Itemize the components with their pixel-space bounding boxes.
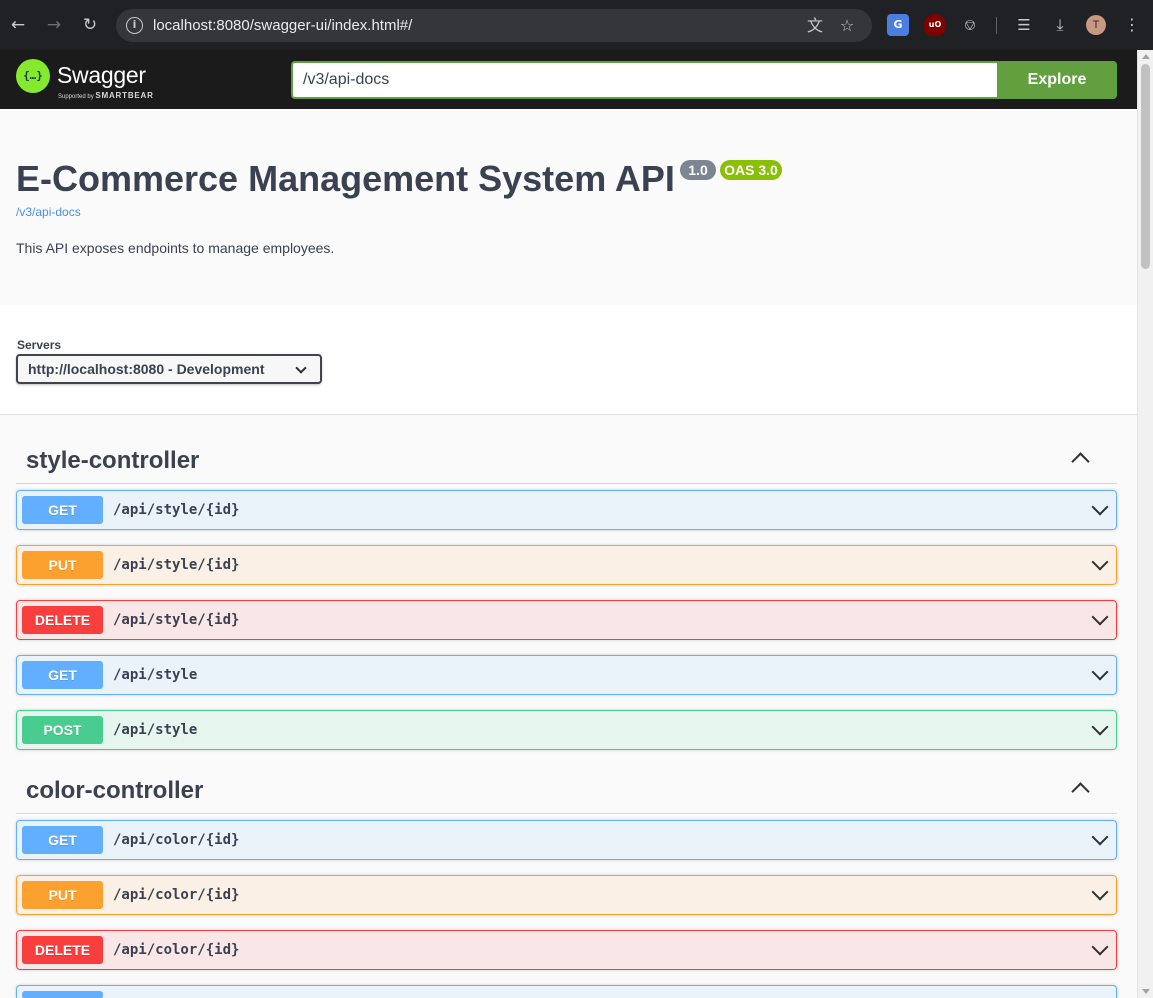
tag-name: style-controller bbox=[26, 447, 200, 474]
chevron-down-icon[interactable] bbox=[1091, 553, 1109, 571]
version-badge: 1.0 bbox=[680, 160, 716, 180]
chevron-down-icon[interactable] bbox=[1091, 663, 1109, 681]
operation-path: /api/style bbox=[113, 722, 198, 738]
swagger-logo-subtitle: Supported by SMARTBEAR bbox=[58, 91, 154, 100]
chevron-down-icon[interactable] bbox=[1091, 938, 1109, 956]
profile-avatar[interactable]: T bbox=[1086, 15, 1106, 35]
operation-get-color-partial[interactable] bbox=[16, 985, 1117, 998]
method-badge: POST bbox=[22, 716, 103, 744]
extensions-puzzle-icon[interactable]: ⎊ bbox=[959, 14, 981, 36]
download-icon[interactable]: ⤓ bbox=[1049, 14, 1071, 36]
back-icon[interactable]: ← bbox=[6, 13, 30, 37]
translate-icon[interactable]: 文 bbox=[804, 15, 826, 37]
scroll-down-icon[interactable] bbox=[1142, 989, 1150, 994]
servers-label: Servers bbox=[17, 338, 62, 352]
servers-select[interactable]: http://localhost:8080 - Development bbox=[16, 354, 322, 384]
operation-path: /api/style/{id} bbox=[113, 612, 240, 628]
browser-toolbar: ← → ↻ i localhost:8080/swagger-ui/index.… bbox=[0, 0, 1153, 50]
operation-get-style-list[interactable]: GET /api/style bbox=[16, 655, 1117, 695]
operation-get-style-by-id[interactable]: GET /api/style/{id} bbox=[16, 490, 1117, 530]
swagger-logo-icon[interactable]: {…} bbox=[16, 59, 50, 93]
oas-badge: OAS 3.0 bbox=[720, 160, 782, 180]
api-title: E-Commerce Management System API bbox=[16, 158, 675, 199]
operation-delete-color-by-id[interactable]: DELETE /api/color/{id} bbox=[16, 930, 1117, 970]
operation-path: /api/color/{id} bbox=[113, 942, 240, 958]
explore-url-input[interactable]: /v3/api-docs bbox=[291, 61, 998, 99]
address-bar[interactable]: i localhost:8080/swagger-ui/index.html#/… bbox=[116, 9, 872, 42]
method-badge bbox=[22, 991, 103, 998]
api-description: This API exposes endpoints to manage emp… bbox=[16, 240, 335, 256]
operation-path: /api/color/{id} bbox=[113, 832, 240, 848]
operation-path: /api/style bbox=[113, 667, 198, 683]
chevron-up-icon[interactable] bbox=[1071, 782, 1090, 801]
chevron-down-icon[interactable] bbox=[1091, 883, 1109, 901]
chevron-down-icon[interactable] bbox=[1091, 498, 1109, 516]
method-badge: GET bbox=[22, 496, 103, 524]
api-info: E-Commerce Management System API 1.0 OAS… bbox=[0, 109, 1137, 305]
address-url[interactable]: localhost:8080/swagger-ui/index.html#/ bbox=[153, 9, 412, 42]
operation-post-style[interactable]: POST /api/style bbox=[16, 710, 1117, 750]
scrollbar-thumb[interactable] bbox=[1141, 64, 1150, 269]
google-translate-extension-icon[interactable]: G bbox=[887, 14, 909, 36]
toolbar-divider bbox=[996, 17, 997, 34]
chevron-down-icon[interactable] bbox=[1091, 828, 1109, 846]
method-badge: PUT bbox=[22, 881, 103, 909]
chevron-down-icon bbox=[295, 362, 307, 374]
method-badge: DELETE bbox=[22, 606, 103, 634]
method-badge: DELETE bbox=[22, 936, 103, 964]
page-scrollbar[interactable] bbox=[1137, 50, 1153, 998]
operation-path: /api/style/{id} bbox=[113, 502, 240, 518]
supported-by-text: Supported by bbox=[58, 94, 94, 100]
reload-icon[interactable]: ↻ bbox=[78, 13, 102, 37]
method-badge: PUT bbox=[22, 551, 103, 579]
operation-put-style-by-id[interactable]: PUT /api/style/{id} bbox=[16, 545, 1117, 585]
servers-section: Servers http://localhost:8080 - Developm… bbox=[0, 305, 1137, 415]
media-queue-icon[interactable]: ☰ bbox=[1013, 14, 1035, 36]
chevron-down-icon[interactable] bbox=[1091, 718, 1109, 736]
forward-icon[interactable]: → bbox=[42, 13, 66, 37]
ublock-origin-icon[interactable]: uO bbox=[924, 14, 946, 36]
chevron-down-icon[interactable] bbox=[1091, 608, 1109, 626]
swagger-topbar: {…} Swagger Supported by SMARTBEAR /v3/a… bbox=[0, 50, 1137, 109]
tag-header-color-controller[interactable]: color-controller bbox=[16, 768, 1117, 814]
smartbear-text: SMARTBEAR bbox=[95, 91, 154, 100]
method-badge: GET bbox=[22, 661, 103, 689]
operation-delete-style-by-id[interactable]: DELETE /api/style/{id} bbox=[16, 600, 1117, 640]
operation-get-color-by-id[interactable]: GET /api/color/{id} bbox=[16, 820, 1117, 860]
operation-path: /api/style/{id} bbox=[113, 557, 240, 573]
tag-name: color-controller bbox=[26, 777, 204, 804]
bookmark-star-icon[interactable]: ☆ bbox=[836, 15, 858, 37]
kebab-menu-icon[interactable]: ⋮ bbox=[1121, 14, 1143, 36]
tag-header-style-controller[interactable]: style-controller bbox=[16, 438, 1117, 484]
operation-path: /api/color/{id} bbox=[113, 887, 240, 903]
spec-url-link[interactable]: /v3/api-docs bbox=[16, 205, 81, 219]
site-info-icon[interactable]: i bbox=[126, 17, 143, 34]
servers-selected-value: http://localhost:8080 - Development bbox=[28, 361, 265, 377]
scroll-up-icon[interactable] bbox=[1142, 54, 1150, 59]
chevron-up-icon[interactable] bbox=[1071, 452, 1090, 471]
method-badge: GET bbox=[22, 826, 103, 854]
swagger-logo-title[interactable]: Swagger bbox=[57, 62, 146, 89]
operation-put-color-by-id[interactable]: PUT /api/color/{id} bbox=[16, 875, 1117, 915]
explore-button[interactable]: Explore bbox=[997, 61, 1117, 99]
